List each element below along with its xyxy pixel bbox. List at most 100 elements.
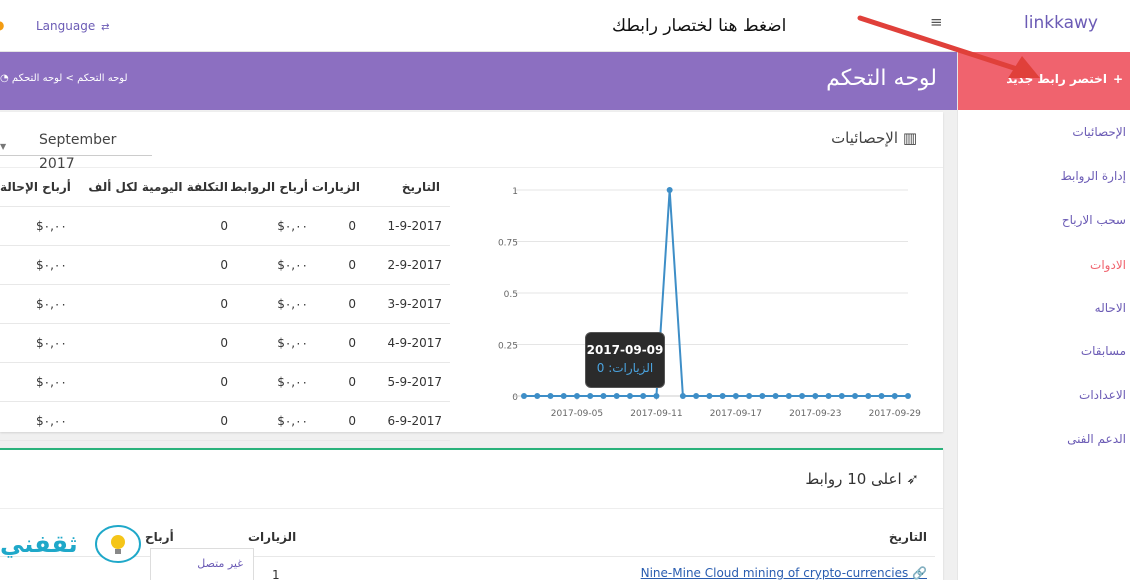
shorten-link-button[interactable]: + اختصر رابط جديد — [958, 52, 1130, 110]
cell-visits: 0 — [310, 206, 362, 246]
data-point — [547, 393, 554, 399]
sidebar-item-tools[interactable]: الادوات — [1090, 258, 1126, 272]
cell-date: 5-9-2017 — [362, 362, 450, 402]
stats-table: أرباح الإحالة التكلفة اليومية لكل ألف أر… — [0, 168, 450, 441]
tooltip-date: 2017-09-09 — [586, 343, 664, 357]
data-point — [626, 393, 633, 399]
sidebar-item-stats[interactable]: الإحصائيات — [1072, 125, 1126, 139]
data-point — [587, 393, 594, 399]
cell-daily-cpm: 0 — [74, 323, 230, 363]
cell-daily-cpm: 0 — [74, 284, 230, 324]
top-links-title: ➶ اعلى 10 روابط — [805, 470, 919, 488]
cell-daily-cpm: 0 — [74, 401, 230, 441]
language-switch[interactable]: Language ⇄ — [36, 19, 109, 33]
stats-title-text: الإحصائيات — [831, 129, 899, 147]
sidebar-item-referral[interactable]: الاحاله — [1095, 301, 1126, 315]
data-point — [838, 393, 845, 399]
data-point — [772, 393, 779, 399]
stats-title: ▥ الإحصائيات — [831, 129, 917, 147]
month-select[interactable]: ▼ September 2017 — [0, 128, 152, 172]
cell-date: 2-9-2017 — [362, 245, 450, 285]
col-link-earnings: أرباح الروابط — [230, 168, 310, 207]
breadcrumb-current: لوحه التحكم — [77, 73, 128, 84]
data-point — [891, 393, 898, 399]
cell-daily-cpm: 0 — [74, 206, 230, 246]
cell-date: 4-9-2017 — [362, 323, 450, 363]
data-point — [825, 393, 832, 399]
watermark-text: ثقفني — [0, 530, 78, 558]
menu-toggle-icon[interactable]: ≡ — [930, 13, 943, 31]
data-point — [865, 393, 872, 399]
col-visits: الزيارات — [310, 168, 362, 207]
cell-date: 6-9-2017 — [362, 401, 450, 441]
dashboard-icon: ◔ — [0, 73, 9, 84]
breadcrumb-separator: > — [65, 73, 74, 84]
data-point — [534, 393, 541, 399]
cell-referral-earnings: $٠,٠٠ — [0, 362, 74, 402]
cell-daily-cpm: 0 — [74, 362, 230, 402]
cell-daily-cpm: 0 — [74, 245, 230, 285]
top-links-title-text: اعلى 10 روابط — [805, 470, 902, 488]
cell-visits: 0 — [310, 362, 362, 402]
cell-visits: 0 — [310, 401, 362, 441]
chat-offline-tab[interactable]: غير متصل — [150, 548, 254, 580]
stats-row: $٠,٠٠ 0 $٠,٠٠ 0 6-9-2017 — [0, 401, 450, 441]
col-date: التاريخ — [362, 168, 450, 207]
data-point — [878, 393, 885, 399]
plus-icon: + — [1112, 72, 1123, 86]
bar-chart-icon: ▥ — [902, 129, 917, 147]
top-link-item[interactable]: Nine-Mine Cloud mining of crypto-currenc… — [641, 566, 927, 580]
cell-referral-earnings: $٠,٠٠ — [0, 284, 74, 324]
rocket-icon: ➶ — [906, 470, 919, 488]
cell-referral-earnings: $٠,٠٠ — [0, 206, 74, 246]
breadcrumb-home[interactable]: لوحه التحكم — [12, 73, 62, 84]
data-point — [653, 393, 660, 399]
annotation-text: اضغط هنا لختصار رابطك — [612, 16, 787, 36]
sidebar-item-contests[interactable]: مسابقات — [1081, 344, 1126, 358]
cell-visits: 0 — [310, 284, 362, 324]
y-tick-label: 0.75 — [498, 239, 518, 249]
y-tick-label: 0.25 — [498, 342, 518, 352]
cell-visits: 0 — [310, 323, 362, 363]
page-header: لوحه التحكم > لوحه التحكم ◔ لوحه التحكم — [0, 52, 957, 110]
stats-card-header: ▥ الإحصائيات ▼ September 2017 — [0, 112, 943, 172]
top-link-visits: 1 — [272, 568, 280, 580]
col-referral-earnings: أرباح الإحالة — [0, 168, 74, 207]
page-title: لوحه التحكم — [826, 66, 937, 91]
y-tick-label: 0.5 — [504, 290, 518, 300]
x-tick-label: 2017-09-23 — [789, 409, 841, 419]
cell-link-earnings: $٠,٠٠ — [230, 401, 310, 441]
cell-link-earnings: $٠,٠٠ — [230, 245, 310, 285]
stats-row: $٠,٠٠ 0 $٠,٠٠ 0 1-9-2017 — [0, 206, 450, 246]
cell-referral-earnings: $٠,٠٠ — [0, 401, 74, 441]
data-point — [600, 393, 607, 399]
brand[interactable]: linkkawy — [957, 0, 1130, 52]
stats-row: $٠,٠٠ 0 $٠,٠٠ 0 3-9-2017 — [0, 284, 450, 324]
stats-row: $٠,٠٠ 0 $٠,٠٠ 0 4-9-2017 — [0, 323, 450, 363]
stats-row: $٠,٠٠ 0 $٠,٠٠ 0 5-9-2017 — [0, 362, 450, 402]
watermark-logo: ثقفني — [0, 520, 150, 570]
x-tick-label: 2017-09-11 — [630, 409, 682, 419]
translate-icon: ⇄ — [101, 22, 110, 33]
sidebar-item-manage-links[interactable]: إدارة الروابط — [1061, 169, 1126, 183]
data-point — [759, 393, 766, 399]
chevron-down-icon: ▼ — [0, 142, 7, 151]
sidebar-item-support[interactable]: الدعم الفنى — [1067, 432, 1126, 446]
cell-date: 1-9-2017 — [362, 206, 450, 246]
col-date: التاريخ — [888, 530, 927, 544]
chat-status: غير متصل — [197, 557, 243, 570]
top-bar: ● Language ⇄ اضغط هنا لختصار رابطك ≡ — [0, 0, 957, 52]
data-point — [521, 393, 527, 399]
cell-link-earnings: $٠,٠٠ — [230, 284, 310, 324]
notification-icon[interactable]: ● — [0, 18, 4, 32]
data-point — [560, 393, 567, 399]
data-point — [732, 393, 739, 399]
data-point — [693, 393, 700, 399]
cell-referral-earnings: $٠,٠٠ — [0, 323, 74, 363]
sidebar-item-withdraw[interactable]: سحب الارباح — [1062, 213, 1126, 227]
data-point — [640, 393, 647, 399]
sidebar-item-settings[interactable]: الاعدادات — [1079, 388, 1126, 402]
cell-date: 3-9-2017 — [362, 284, 450, 324]
cell-link-earnings: $٠,٠٠ — [230, 362, 310, 402]
col-daily-cpm: التكلفة اليومية لكل ألف — [74, 168, 230, 207]
